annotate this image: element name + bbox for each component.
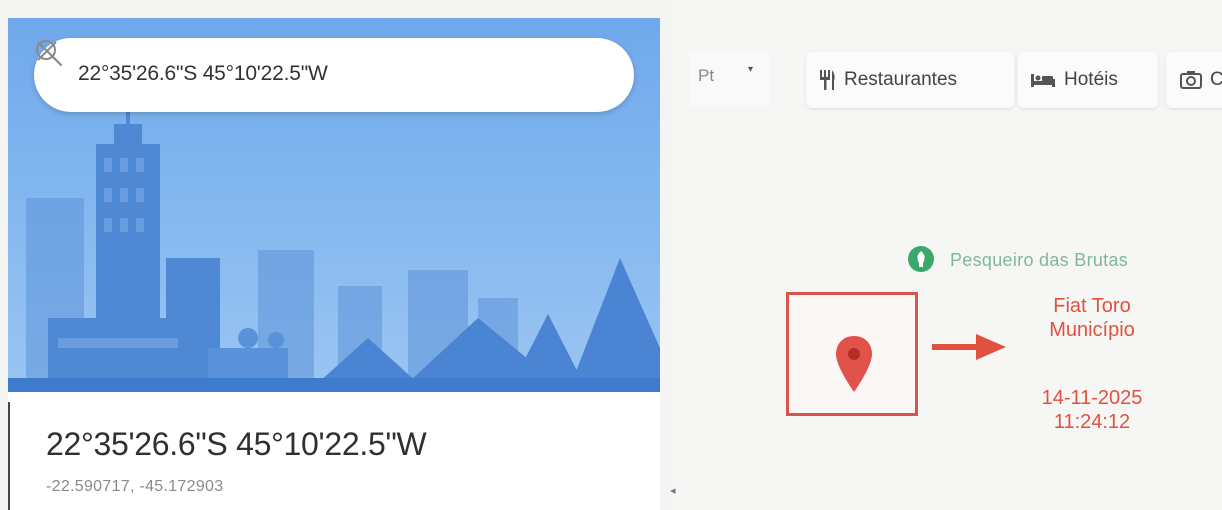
- layer-label: Pt: [698, 66, 715, 85]
- chip-more[interactable]: C: [1166, 52, 1222, 108]
- location-pin-icon[interactable]: [834, 334, 874, 394]
- place-title: 22°35'26.6"S 45°10'22.5"W: [46, 426, 427, 462]
- fork-knife-icon: [820, 70, 835, 90]
- search-box[interactable]: 22°35'26.6"S 45°10'22.5"W: [34, 38, 634, 112]
- city-skyline-illustration: 22°35'26.6"S 45°10'22.5"W: [8, 18, 660, 392]
- annotation-time: 11:24:12: [1053, 411, 1131, 433]
- chip-label: C: [1210, 69, 1222, 90]
- chip-label: Restaurantes: [844, 69, 958, 90]
- annotation-line1: Fiat Toro: [1053, 295, 1131, 317]
- layer-selector[interactable]: Pt ▾: [690, 52, 770, 106]
- poi-label[interactable]: Pesqueiro das Brutas: [950, 250, 1128, 271]
- close-icon[interactable]: [34, 38, 60, 64]
- chip-hotels[interactable]: Hotéis: [1018, 52, 1158, 108]
- annotation-date: 14-11-2025: [1041, 387, 1143, 409]
- chip-restaurants[interactable]: Restaurantes: [806, 52, 1014, 108]
- place-panel: 22°35'26.6"S 45°10'22.5"W 22°35'26.6"S 4…: [8, 18, 660, 510]
- annotation-line2: Município: [1049, 319, 1135, 341]
- dropdown-arrow-icon: ▾: [748, 64, 754, 75]
- panel-edge: [8, 402, 10, 510]
- collapse-panel-icon[interactable]: ◂: [670, 484, 676, 497]
- decimal-coordinates[interactable]: -22.590717, -45.172903: [46, 478, 223, 496]
- camera-icon: [1180, 71, 1202, 89]
- park-icon[interactable]: [906, 244, 936, 274]
- search-input[interactable]: 22°35'26.6"S 45°10'22.5"W: [78, 62, 328, 86]
- chip-label: Hotéis: [1064, 69, 1118, 90]
- bed-icon: [1031, 74, 1055, 87]
- arrow-right-icon: [932, 334, 1006, 360]
